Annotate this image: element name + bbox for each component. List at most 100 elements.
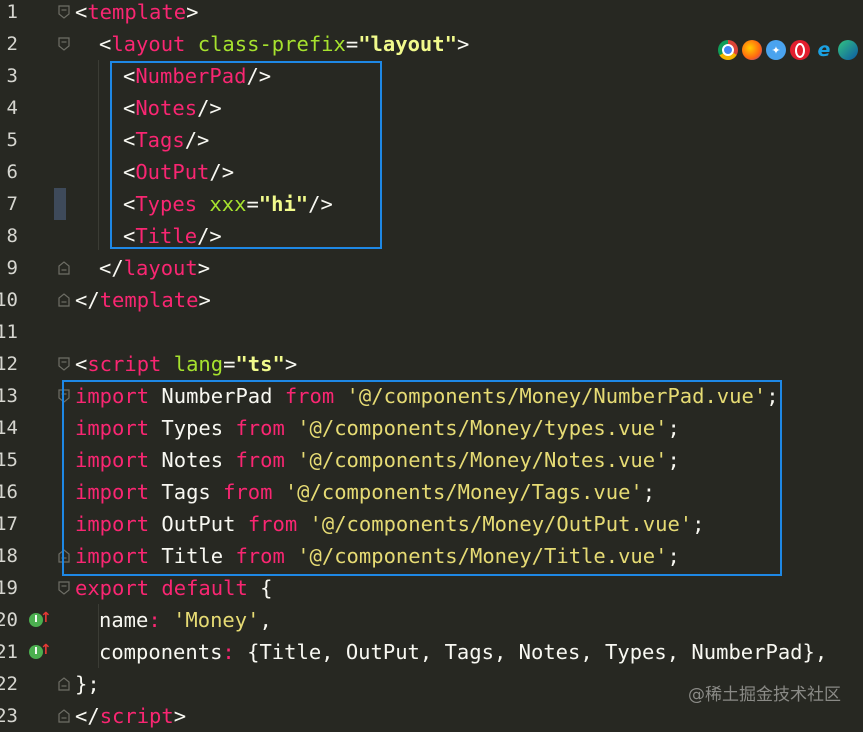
code-line[interactable]: 21 I ↑ components: {Title, OutPut, Tags, No… bbox=[0, 636, 863, 668]
code-text: export default { bbox=[75, 572, 273, 604]
line-number[interactable]: 5 bbox=[0, 124, 18, 156]
edge-icon[interactable] bbox=[838, 40, 858, 60]
fold-open-icon[interactable] bbox=[58, 357, 72, 371]
line-number[interactable]: 20 bbox=[0, 604, 18, 636]
code-text: </template> bbox=[75, 284, 211, 316]
chrome-icon[interactable] bbox=[718, 40, 738, 60]
code-token: = bbox=[345, 32, 359, 56]
line-number[interactable]: 11 bbox=[0, 316, 18, 348]
fold-close-icon[interactable] bbox=[58, 677, 72, 691]
code-token: export bbox=[75, 576, 150, 600]
code-token: name bbox=[99, 608, 149, 632]
code-token: < bbox=[99, 32, 112, 56]
code-token: {Title, OutPut, Tags, Notes, Types, Numb… bbox=[234, 640, 828, 664]
code-token: </ bbox=[99, 256, 124, 280]
line-number[interactable]: 13 bbox=[0, 380, 18, 412]
line-number[interactable]: 21 bbox=[0, 636, 18, 668]
code-text: <layout class-prefix="layout"> bbox=[99, 28, 469, 60]
code-token: 'Money' bbox=[173, 608, 260, 632]
line-number[interactable]: 23 bbox=[0, 700, 18, 732]
code-line[interactable]: 1 <template> bbox=[0, 0, 863, 28]
ie-icon[interactable]: e bbox=[814, 39, 834, 61]
code-text: name: 'Money', bbox=[99, 604, 272, 636]
code-text: components: {Title, OutPut, Tags, Notes,… bbox=[99, 636, 827, 668]
up-arrow-icon: ↑ bbox=[40, 642, 52, 658]
code-token: { bbox=[247, 576, 273, 600]
code-line[interactable]: 9 </layout> bbox=[0, 252, 863, 284]
code-text: <script lang="ts"> bbox=[75, 348, 297, 380]
fold-close-icon[interactable] bbox=[58, 261, 72, 275]
line-number[interactable]: 9 bbox=[0, 252, 18, 284]
opera-icon[interactable] bbox=[790, 40, 810, 60]
line-number[interactable]: 8 bbox=[0, 220, 18, 252]
template-components-highlight bbox=[110, 61, 382, 249]
code-token: > bbox=[186, 0, 199, 24]
firefox-icon[interactable] bbox=[742, 40, 762, 60]
line-number[interactable]: 2 bbox=[0, 28, 18, 60]
line-number[interactable]: 14 bbox=[0, 412, 18, 444]
imports-highlight bbox=[62, 380, 782, 576]
code-token: layout bbox=[123, 256, 198, 280]
watermark: @稀土掘金技术社区 bbox=[688, 685, 841, 705]
code-token: lang bbox=[173, 352, 224, 376]
code-token: : bbox=[148, 608, 161, 632]
code-text: }; bbox=[75, 668, 100, 700]
code-token: components bbox=[99, 640, 223, 664]
code-token: > bbox=[197, 256, 211, 280]
code-line[interactable]: 19 export default { bbox=[0, 572, 863, 604]
code-token: template bbox=[99, 288, 199, 312]
fold-close-icon[interactable] bbox=[58, 709, 72, 723]
line-number[interactable]: 10 bbox=[0, 284, 18, 316]
code-token: < bbox=[75, 0, 88, 24]
code-token: , bbox=[259, 608, 272, 632]
code-token: }; bbox=[75, 672, 100, 696]
fold-open-icon[interactable] bbox=[58, 581, 72, 595]
code-token: > bbox=[456, 32, 470, 56]
code-text: </layout> bbox=[99, 252, 210, 284]
code-text: </script> bbox=[75, 700, 186, 732]
code-token: > bbox=[173, 704, 187, 728]
code-token: template bbox=[87, 0, 187, 24]
code-line[interactable]: 12 <script lang="ts"> bbox=[0, 348, 863, 380]
up-arrow-icon: ↑ bbox=[40, 610, 52, 626]
code-line[interactable]: 10 </template> bbox=[0, 284, 863, 316]
code-token: script bbox=[99, 704, 174, 728]
line-number[interactable]: 4 bbox=[0, 92, 18, 124]
code-token: < bbox=[75, 352, 88, 376]
line-number[interactable]: 3 bbox=[0, 60, 18, 92]
fold-close-icon[interactable] bbox=[58, 293, 72, 307]
code-token: > bbox=[284, 352, 298, 376]
fold-open-icon[interactable] bbox=[58, 5, 72, 19]
line-number[interactable]: 18 bbox=[0, 540, 18, 572]
code-token: layout bbox=[111, 32, 186, 56]
indent-guide bbox=[98, 604, 99, 668]
line-number[interactable]: 1 bbox=[0, 0, 18, 28]
code-token: = bbox=[223, 352, 236, 376]
code-token: "layout" bbox=[358, 32, 457, 56]
line-number[interactable]: 19 bbox=[0, 572, 18, 604]
line-number[interactable]: 7 bbox=[0, 188, 18, 220]
code-token: default bbox=[161, 576, 248, 600]
line-number[interactable]: 16 bbox=[0, 476, 18, 508]
code-token: </ bbox=[75, 288, 100, 312]
line-number[interactable]: 22 bbox=[0, 668, 18, 700]
line-number[interactable]: 15 bbox=[0, 444, 18, 476]
code-token: : bbox=[222, 640, 235, 664]
code-token: "ts" bbox=[235, 352, 285, 376]
code-token: script bbox=[87, 352, 162, 376]
line-number[interactable]: 6 bbox=[0, 156, 18, 188]
line-number[interactable]: 12 bbox=[0, 348, 18, 380]
code-line[interactable]: 11 bbox=[0, 316, 863, 348]
indent-guide bbox=[98, 60, 99, 250]
code-text: <template> bbox=[75, 0, 198, 28]
browser-preview-icons: ✦ e bbox=[718, 39, 858, 62]
fold-open-icon[interactable] bbox=[58, 37, 72, 51]
line-number[interactable]: 17 bbox=[0, 508, 18, 540]
safari-icon[interactable]: ✦ bbox=[766, 40, 786, 60]
code-token: </ bbox=[75, 704, 100, 728]
code-line[interactable]: 20 I ↑ name: 'Money', bbox=[0, 604, 863, 636]
